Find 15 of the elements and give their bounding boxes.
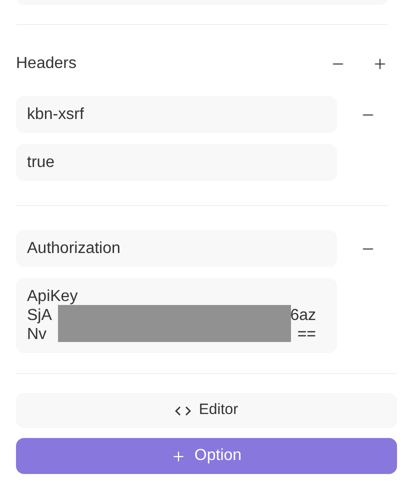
code-icon: [174, 406, 191, 416]
value-text: ==: [297, 325, 316, 344]
value-text: Nv: [27, 325, 47, 344]
header-name-field[interactable]: kbn-xsrf: [16, 96, 337, 133]
value-text: 6az: [290, 306, 316, 325]
add-option-button[interactable]: Option: [16, 438, 397, 474]
header-value-field[interactable]: ApiKey SjA 6az Nv ==: [16, 278, 337, 353]
editor-button[interactable]: Editor: [16, 393, 397, 428]
header-value-field[interactable]: true: [16, 144, 337, 181]
value-text: true: [27, 153, 55, 172]
value-text: ApiKey: [27, 287, 78, 306]
section-title: Headers: [16, 54, 76, 74]
plus-icon: [171, 448, 186, 464]
value-text: SjA: [27, 306, 52, 325]
header-name-field[interactable]: Authorization: [16, 230, 337, 267]
